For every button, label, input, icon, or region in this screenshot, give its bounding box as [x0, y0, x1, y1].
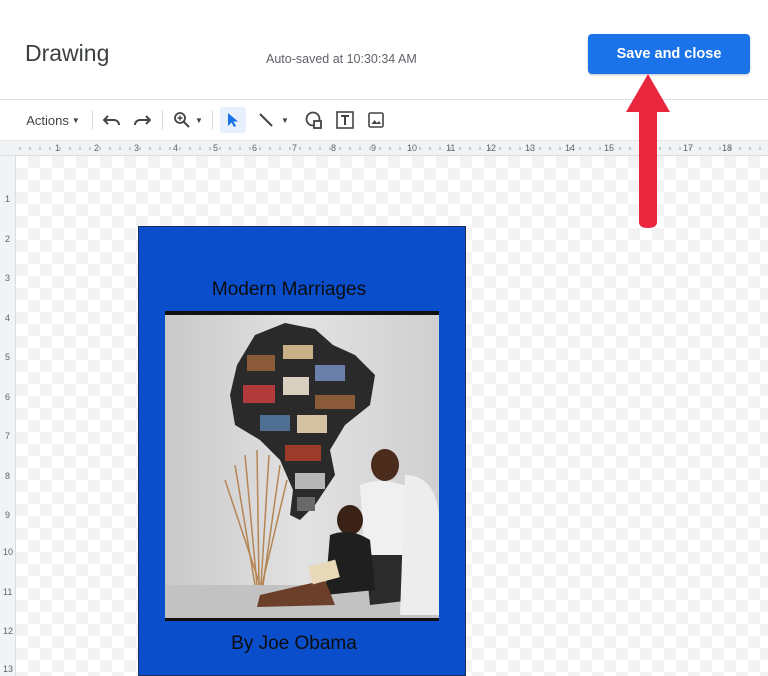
ruler-label: 17 — [683, 143, 694, 153]
ruler-label: 11 — [3, 587, 13, 597]
ruler-label: 8 — [5, 471, 11, 481]
ruler-label: 1 — [5, 194, 11, 204]
autosave-status: Auto-saved at 10:30:34 AM — [266, 52, 417, 66]
ruler-label: 2 — [5, 234, 11, 244]
ruler-label: 5 — [213, 143, 219, 153]
zoom-icon[interactable]: ▼ — [170, 107, 206, 133]
ruler-label: 6 — [5, 392, 11, 402]
ruler-label: 15 — [604, 143, 615, 153]
save-and-close-button[interactable]: Save and close — [588, 34, 750, 74]
ruler-label: 4 — [5, 313, 11, 323]
shape-icon[interactable] — [302, 107, 326, 133]
chevron-down-icon: ▼ — [195, 115, 203, 125]
ruler-label: 4 — [173, 143, 179, 153]
ruler-label: 12 — [486, 143, 497, 153]
ruler-label: 13 — [3, 664, 14, 674]
ruler-label: 10 — [3, 547, 14, 557]
ruler-label: 1 — [55, 143, 61, 153]
image-icon[interactable] — [364, 107, 388, 133]
ruler-label: 9 — [5, 510, 11, 520]
arrow-up-icon — [626, 74, 670, 228]
ruler-label: 13 — [525, 143, 536, 153]
ruler-label: 3 — [5, 273, 11, 283]
cover-title: Modern Marriages — [211, 279, 367, 300]
ruler-label: 8 — [331, 143, 337, 153]
actions-menu-label: Actions — [26, 112, 69, 128]
toolbar-divider — [92, 110, 93, 130]
ruler-label: 10 — [407, 143, 418, 153]
undo-icon[interactable] — [100, 107, 124, 133]
chevron-down-icon: ▼ — [71, 115, 80, 125]
vertical-ruler: 1 2 3 4 5 6 7 8 9 10 11 12 13 — [0, 156, 16, 676]
redo-icon[interactable] — [130, 107, 154, 133]
ruler-label: 18 — [722, 143, 733, 153]
ruler-label: 3 — [134, 143, 140, 153]
actions-menu[interactable]: Actions ▼ — [20, 107, 86, 133]
cover-photo[interactable] — [165, 311, 439, 621]
book-cover[interactable]: Modern Marriages By Joe Obama — [138, 226, 466, 676]
line-icon[interactable]: ▼ — [252, 107, 294, 133]
ruler-label: 11 — [446, 143, 456, 153]
cover-photo-illustration — [165, 315, 439, 618]
drawing-editor: Drawing Auto-saved at 10:30:34 AM Save a… — [0, 0, 768, 676]
ruler-label: 9 — [371, 143, 377, 153]
chevron-down-icon: ▼ — [281, 115, 289, 125]
ruler-label: 7 — [5, 431, 11, 441]
ruler-label: 2 — [94, 143, 100, 153]
cover-author: By Joe Obama — [231, 633, 357, 654]
text-box-icon[interactable] — [333, 107, 357, 133]
select-icon[interactable] — [220, 107, 246, 133]
toolbar-divider — [162, 110, 163, 130]
toolbar-divider — [212, 110, 213, 130]
ruler-label: 5 — [5, 352, 11, 362]
ruler-label: 14 — [565, 143, 576, 153]
ruler-label: 12 — [3, 626, 14, 636]
ruler-label: 6 — [252, 143, 258, 153]
ruler-label: 7 — [292, 143, 298, 153]
app-title: Drawing — [25, 40, 110, 66]
